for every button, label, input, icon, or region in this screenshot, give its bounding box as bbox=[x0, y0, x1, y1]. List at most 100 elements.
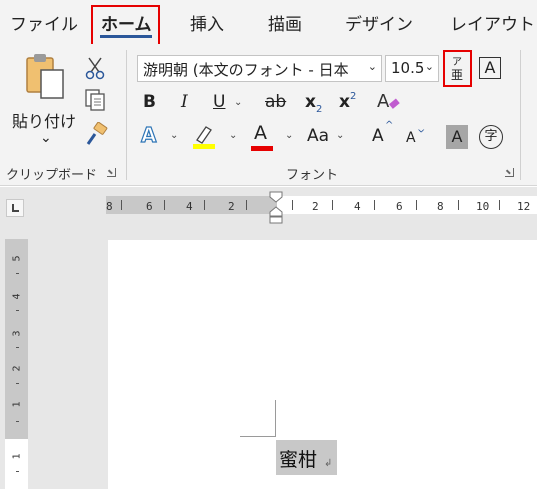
ribbon: 貼り付け ⌄ クリップボード 游明朝 (本文のフォント - 日本 ⌄ 10.5 … bbox=[0, 44, 537, 186]
document-page[interactable]: 蜜柑 ↲ bbox=[108, 240, 537, 489]
ruler-label: 3 bbox=[11, 330, 23, 337]
ruler-label: 12 bbox=[517, 200, 531, 213]
ruler-tick bbox=[458, 200, 459, 210]
highlight-box-phonetic-guide bbox=[443, 50, 472, 87]
paste-icon bbox=[26, 54, 64, 99]
font-launcher-icon[interactable] bbox=[505, 168, 514, 177]
ruler-tick bbox=[16, 383, 19, 384]
subscript-base: x bbox=[305, 92, 316, 112]
italic-button[interactable]: I bbox=[181, 91, 188, 113]
bold-button[interactable]: B bbox=[143, 91, 156, 113]
svg-text:A: A bbox=[377, 91, 390, 112]
font-size-combo[interactable]: 10.5 ⌄ bbox=[385, 55, 439, 82]
ruler-tick bbox=[332, 200, 333, 210]
superscript-sup: 2 bbox=[349, 91, 357, 102]
tab-insert[interactable]: 挿入 bbox=[190, 10, 224, 35]
ruler-tick bbox=[416, 200, 417, 210]
horizontal-ruler-row: 8 6 4 2 2 4 6 8 10 12 bbox=[0, 187, 537, 237]
cut-icon[interactable] bbox=[84, 56, 106, 80]
paste-label: 貼り付け bbox=[12, 112, 77, 131]
tab-layout[interactable]: レイアウト bbox=[450, 10, 535, 35]
ruler-label: 2 bbox=[11, 365, 23, 372]
superscript-button[interactable]: x2 bbox=[339, 91, 357, 112]
ruler-label: 8 bbox=[437, 200, 444, 213]
ruler-label: 2 bbox=[228, 200, 235, 213]
paragraph-mark: ↲ bbox=[324, 458, 333, 469]
enclose-characters-button[interactable]: 字 bbox=[479, 125, 503, 149]
ruler-label: 5 bbox=[11, 255, 23, 262]
ruler-label: 6 bbox=[146, 200, 153, 213]
ruler-label: 1 bbox=[11, 453, 23, 460]
ruler-tick bbox=[246, 200, 247, 210]
font-color-button[interactable]: A bbox=[254, 122, 267, 144]
ruler-label: 4 bbox=[11, 293, 23, 300]
clear-formatting-icon[interactable]: A bbox=[375, 89, 403, 115]
margin-corner-mark bbox=[240, 436, 276, 437]
document-workspace: 5 4 3 2 1 1 蜜柑 ↲ bbox=[0, 237, 537, 489]
ruler-label: 1 bbox=[11, 401, 23, 408]
superscript-base: x bbox=[339, 92, 350, 112]
clipboard-group-label: クリップボード bbox=[6, 168, 98, 183]
document-text[interactable]: 蜜柑 bbox=[279, 445, 317, 472]
subscript-sub: 2 bbox=[315, 104, 323, 115]
horizontal-ruler[interactable]: 8 6 4 2 2 4 6 8 10 12 bbox=[106, 196, 537, 214]
grow-font-button[interactable]: A bbox=[372, 125, 384, 147]
ruler-tick bbox=[121, 200, 122, 210]
chevron-down-icon[interactable]: ⌄ bbox=[336, 130, 344, 141]
chevron-down-icon[interactable]: ⌄ bbox=[285, 130, 293, 141]
ruler-tick bbox=[16, 471, 19, 472]
ribbon-tab-bar: ファイル ホーム 挿入 描画 デザイン レイアウト bbox=[0, 0, 537, 48]
tab-selector-icon[interactable] bbox=[6, 199, 24, 217]
ruler-tick bbox=[374, 200, 375, 210]
ruler-label: 6 bbox=[396, 200, 403, 213]
font-name-combo[interactable]: 游明朝 (本文のフォント - 日本 ⌄ bbox=[137, 55, 382, 82]
margin-corner-mark bbox=[275, 400, 276, 437]
grow-arrow-icon: ^ bbox=[385, 120, 394, 131]
highlighter-icon[interactable] bbox=[190, 122, 218, 150]
font-group-label: フォント bbox=[286, 168, 339, 183]
group-divider bbox=[126, 50, 127, 180]
chevron-down-icon[interactable]: ⌄ bbox=[234, 97, 242, 108]
font-color-swatch bbox=[251, 146, 273, 151]
group-divider bbox=[520, 50, 521, 180]
ruler-label: 8 bbox=[106, 200, 113, 213]
highlight-box-home-tab bbox=[91, 5, 160, 48]
character-shading-button[interactable]: A bbox=[446, 125, 468, 149]
clipboard-launcher-icon[interactable] bbox=[107, 168, 116, 177]
ruler-label: 4 bbox=[186, 200, 193, 213]
character-border-button[interactable]: A bbox=[479, 57, 501, 79]
ruler-tick bbox=[164, 200, 165, 210]
font-size-value: 10.5 bbox=[391, 59, 425, 77]
shrink-font-button[interactable]: A bbox=[406, 127, 416, 149]
indent-markers-icon[interactable] bbox=[268, 190, 284, 224]
ruler-tick bbox=[16, 421, 19, 422]
ruler-tick bbox=[16, 273, 19, 274]
copy-icon[interactable] bbox=[83, 88, 107, 112]
vertical-ruler[interactable]: 5 4 3 2 1 1 bbox=[5, 239, 28, 489]
strikethrough-button[interactable]: ab bbox=[265, 91, 286, 113]
ruler-tick bbox=[204, 200, 205, 210]
text-effects-button[interactable]: A bbox=[140, 123, 157, 146]
chevron-down-icon[interactable]: ⌄ bbox=[425, 60, 434, 73]
ruler-tick bbox=[499, 200, 500, 210]
tab-file[interactable]: ファイル bbox=[10, 10, 78, 35]
ruler-tick bbox=[16, 347, 19, 348]
tab-design[interactable]: デザイン bbox=[345, 10, 413, 35]
ruler-tick bbox=[16, 310, 19, 311]
chevron-down-icon[interactable]: ⌄ bbox=[170, 130, 178, 141]
shrink-arrow-icon: ^ bbox=[417, 122, 426, 133]
paste-dropdown-icon[interactable]: ⌄ bbox=[40, 130, 52, 146]
ruler-label: 10 bbox=[476, 200, 490, 213]
ruler-label: 4 bbox=[354, 200, 361, 213]
paste-button[interactable]: 貼り付け ⌄ bbox=[10, 52, 77, 160]
underline-button[interactable]: U bbox=[213, 91, 225, 113]
font-name-value: 游明朝 (本文のフォント - 日本 bbox=[143, 61, 349, 79]
subscript-button[interactable]: x2 bbox=[305, 92, 323, 115]
chevron-down-icon[interactable]: ⌄ bbox=[229, 130, 237, 141]
tab-draw[interactable]: 描画 bbox=[268, 10, 302, 35]
ruler-tick bbox=[292, 200, 293, 210]
change-case-button[interactable]: Aa bbox=[307, 125, 329, 147]
ruler-label: 2 bbox=[312, 200, 319, 213]
format-painter-icon[interactable] bbox=[83, 122, 109, 148]
chevron-down-icon[interactable]: ⌄ bbox=[368, 60, 377, 73]
